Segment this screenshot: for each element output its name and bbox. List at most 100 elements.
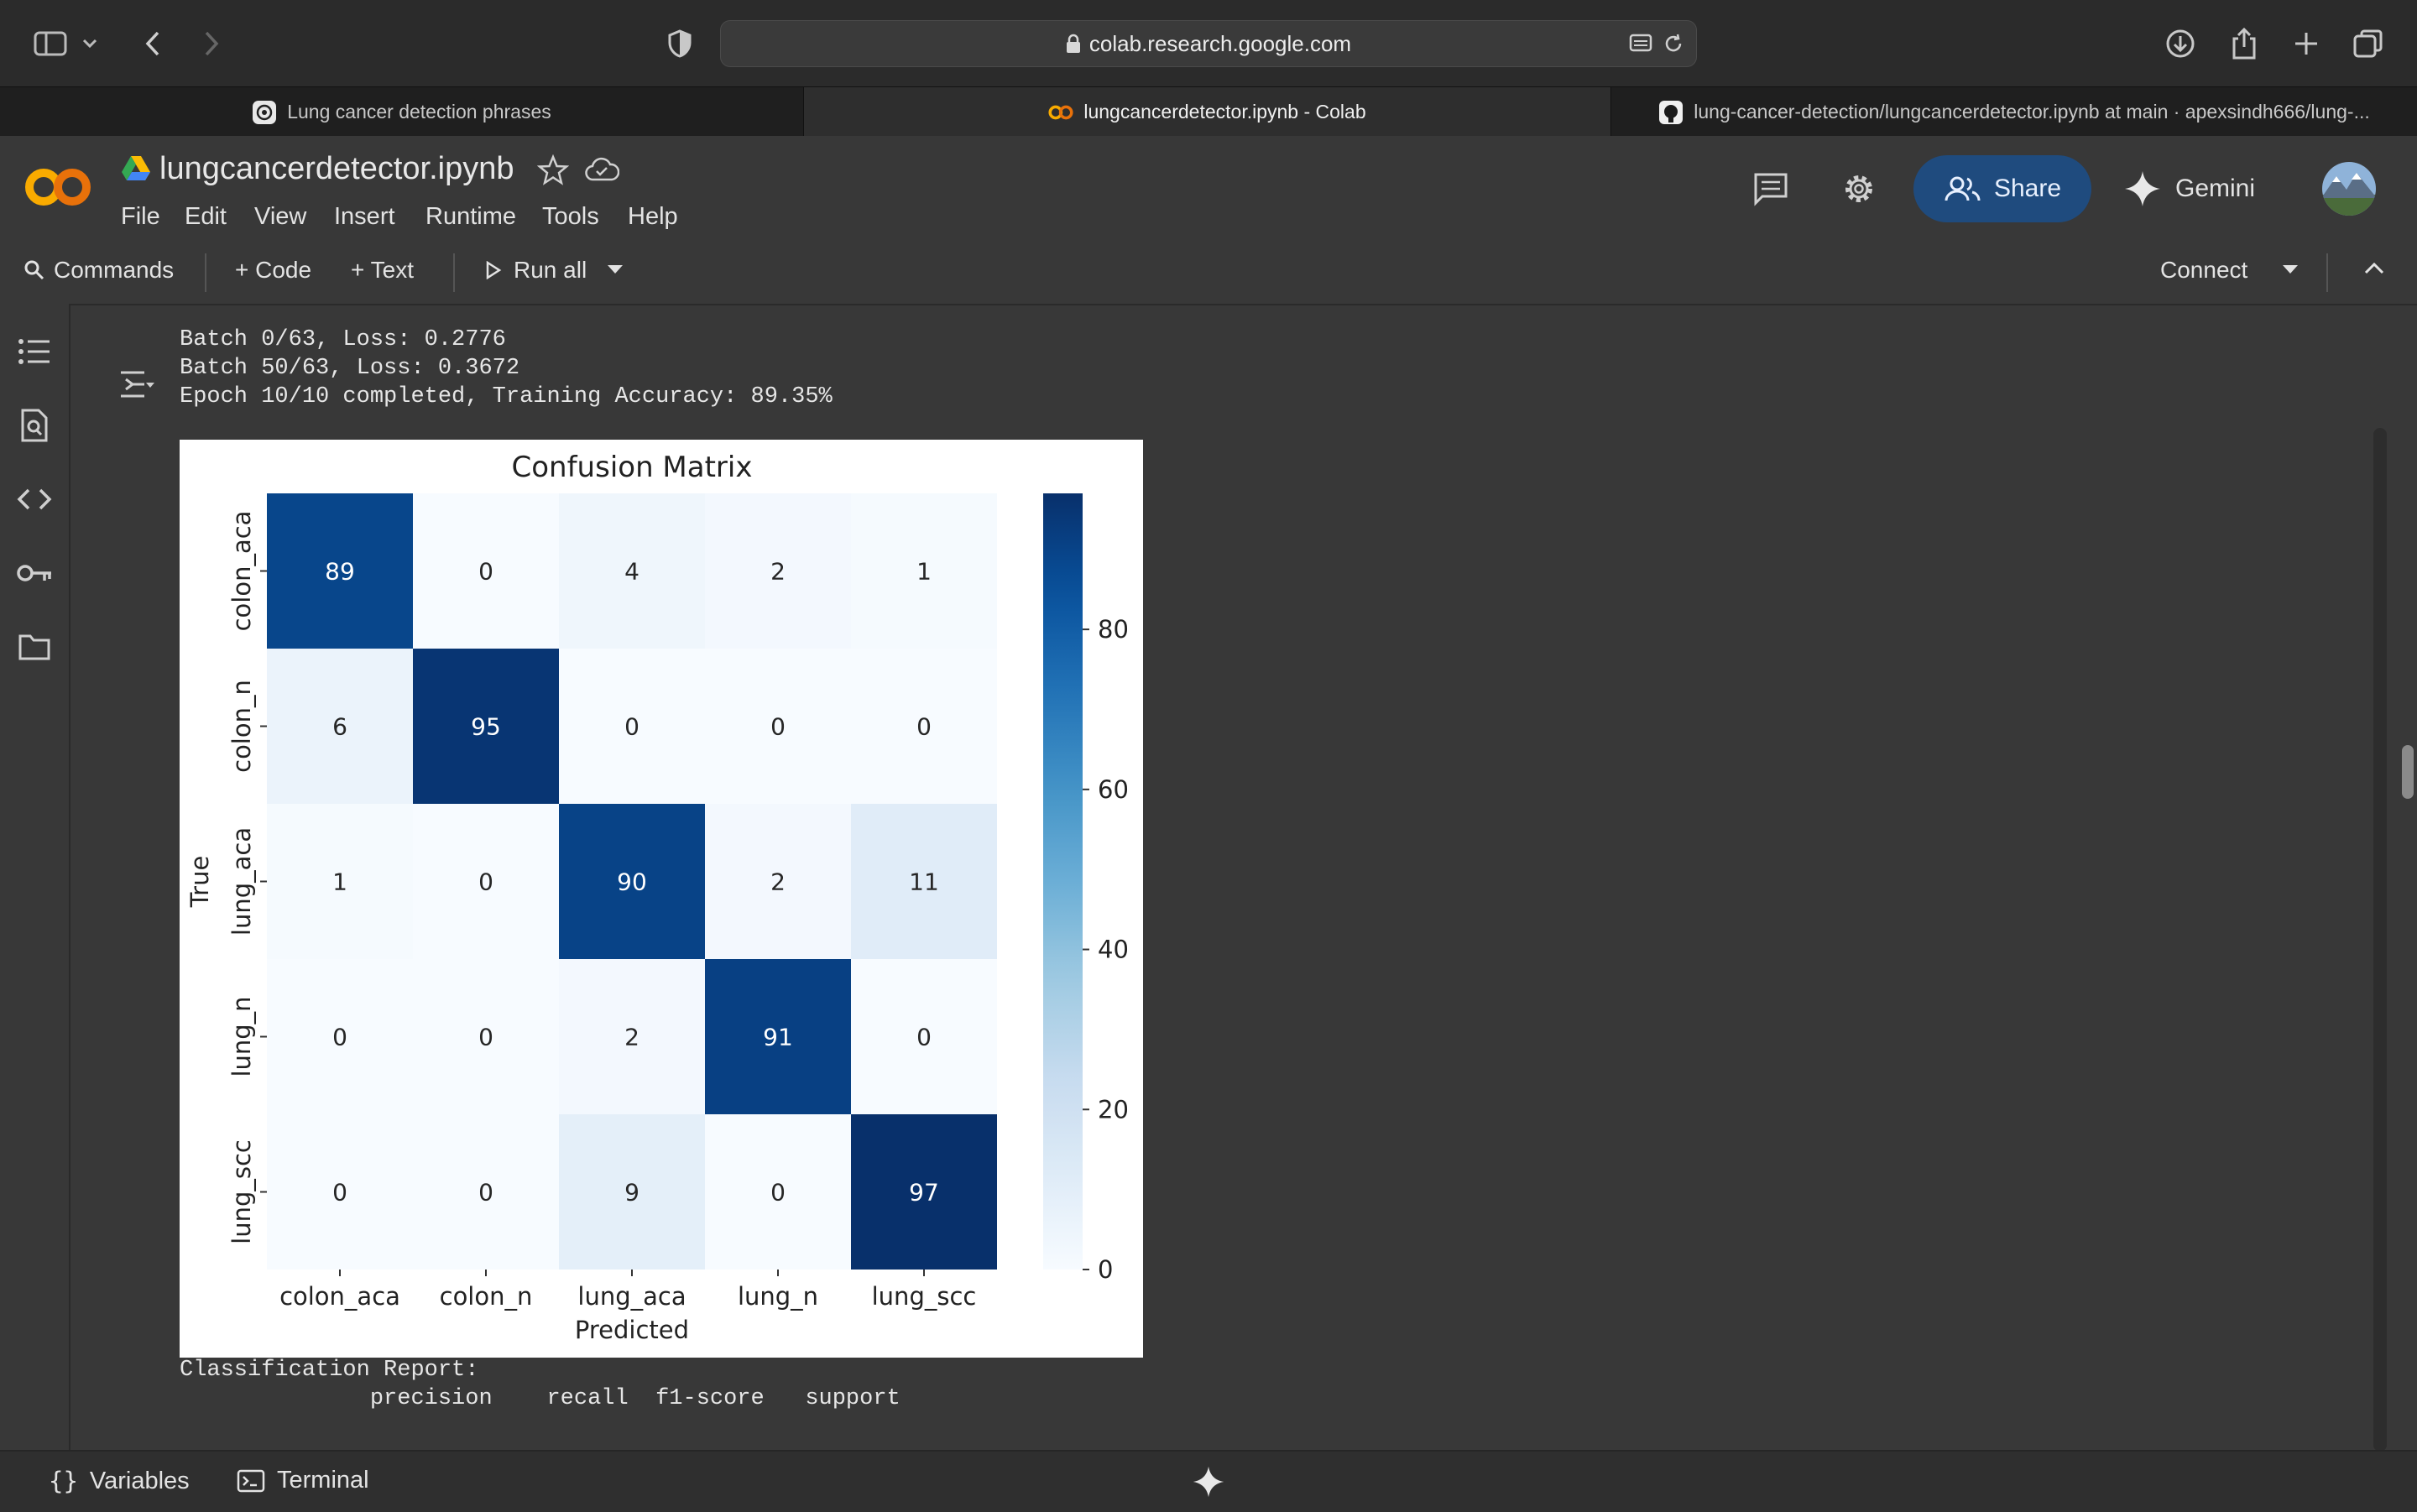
colorbar-tick-label: 0 [1098, 1255, 1113, 1284]
menu-help[interactable]: Help [628, 203, 678, 231]
menu-view[interactable]: View [254, 203, 306, 231]
cell-value-label: 2 [624, 1024, 639, 1051]
downloads-icon[interactable] [2160, 23, 2200, 64]
output-line: Epoch 10/10 completed, Training Accuracy… [180, 384, 833, 409]
tab-bar: Lung cancer detection phrases lungcancer… [0, 86, 2417, 138]
reload-icon[interactable] [1663, 33, 1684, 55]
report-title: Classification Report: [180, 1358, 479, 1383]
files-folder-icon[interactable] [15, 628, 54, 666]
gemini-sparkle-icon[interactable] [1192, 1465, 1225, 1499]
y-tick-label: lung_n [227, 996, 256, 1077]
table-of-contents-icon[interactable] [15, 332, 54, 371]
cell-value-label: 90 [617, 868, 647, 896]
add-text-button[interactable]: + Text [351, 257, 414, 284]
lock-icon [1066, 34, 1080, 53]
variables-button[interactable]: {} Variables [49, 1467, 190, 1495]
connect-dropdown[interactable] [2281, 263, 2300, 275]
find-in-doc-icon[interactable] [15, 406, 54, 445]
new-tab-icon[interactable] [2286, 23, 2326, 64]
cell-value-label: 0 [332, 1024, 347, 1051]
chevron-down-icon[interactable] [77, 23, 102, 64]
run-all-dropdown[interactable] [606, 263, 624, 275]
x-tick-label: colon_n [440, 1282, 533, 1311]
colab-logo[interactable] [23, 164, 94, 210]
scrollbar-track[interactable] [2373, 428, 2387, 1452]
gemini-button[interactable]: Gemini [2123, 155, 2266, 222]
left-rail [0, 304, 70, 1450]
star-icon[interactable] [537, 154, 569, 186]
menu-file[interactable]: File [121, 203, 160, 231]
comments-icon[interactable] [1752, 171, 1789, 206]
braces-icon: {} [49, 1467, 78, 1495]
privacy-shield-icon[interactable] [660, 23, 700, 64]
scrollbar-thumb[interactable] [2402, 745, 2414, 799]
output-actions-icon[interactable] [119, 369, 154, 399]
collapse-toolbar-button[interactable] [2363, 262, 2385, 275]
toolbar-divider [453, 253, 455, 292]
connect-label: Connect [2160, 257, 2248, 283]
code-snippets-icon[interactable] [15, 480, 54, 519]
menu-tools[interactable]: Tools [542, 203, 599, 231]
y-tick-label: colon_aca [227, 511, 256, 632]
browser-toolbar: colab.research.google.com [0, 0, 2417, 86]
back-icon[interactable] [133, 23, 173, 64]
add-code-button[interactable]: + Code [235, 257, 311, 284]
url-text: colab.research.google.com [1088, 30, 1352, 56]
cell-value-label: 4 [624, 558, 639, 586]
gemini-label: Gemini [2175, 175, 2256, 202]
terminal-button[interactable]: Terminal [237, 1467, 369, 1494]
cell-value-label: 89 [325, 558, 355, 586]
share-button[interactable]: Share [1913, 155, 2091, 222]
settings-gear-icon[interactable] [1840, 169, 1878, 208]
tab-github[interactable]: lung-cancer-detection/lungcancerdetector… [1611, 87, 2417, 137]
tab-label: lung-cancer-detection/lungcancerdetector… [1694, 101, 2370, 123]
connect-button[interactable]: Connect [2160, 257, 2247, 284]
add-code-label: + Code [235, 257, 312, 283]
tab-colab[interactable]: lungcancerdetector.ipynb - Colab [804, 87, 1611, 137]
tab-chatgpt[interactable]: Lung cancer detection phrases [0, 87, 804, 137]
y-tick-label: colon_n [227, 680, 256, 773]
report-header: precision recall f1-score support [180, 1386, 901, 1411]
cell-value-label: 0 [478, 868, 493, 896]
commands-button[interactable]: Commands [23, 257, 174, 284]
menu-edit[interactable]: Edit [185, 203, 227, 231]
forward-icon[interactable] [191, 23, 232, 64]
x-tick-label: lung_n [738, 1282, 818, 1311]
tab-overview-icon[interactable] [2348, 23, 2388, 64]
cloud-saved-icon [584, 156, 619, 183]
output-line: Batch 50/63, Loss: 0.3672 [180, 356, 520, 381]
cell-value-label: 0 [478, 1179, 493, 1207]
commands-label: Commands [54, 257, 175, 283]
cell-value-label: 0 [624, 713, 639, 741]
secrets-key-icon[interactable] [15, 554, 54, 592]
cell-value-label: 9 [624, 1179, 639, 1207]
menu-runtime[interactable]: Runtime [425, 203, 516, 231]
x-tick-label: lung_aca [577, 1282, 686, 1311]
bottom-bar: {} Variables Terminal [0, 1450, 2417, 1512]
notebook-title[interactable]: lungcancerdetector.ipynb [159, 151, 514, 187]
google-drive-icon[interactable] [121, 154, 151, 181]
toolbar-divider [205, 253, 206, 292]
cell-value-label: 1 [916, 558, 932, 586]
chevron-up-icon [2364, 262, 2384, 274]
x-axis-label: Predicted [575, 1316, 689, 1344]
address-bar[interactable]: colab.research.google.com [720, 20, 1697, 67]
reader-icon[interactable] [1629, 34, 1654, 54]
menu-insert[interactable]: Insert [334, 203, 395, 231]
variables-label: Variables [89, 1467, 190, 1494]
avatar[interactable] [2321, 161, 2377, 216]
caret-down-icon [608, 265, 623, 274]
run-all-label: Run all [514, 257, 587, 283]
output-line: Batch 0/63, Loss: 0.2776 [180, 327, 506, 352]
sidebar-toggle-icon[interactable] [30, 23, 70, 64]
search-icon [24, 260, 44, 280]
y-tick-label: lung_aca [227, 827, 256, 936]
add-text-label: + Text [351, 257, 414, 283]
colorbar-tick-label: 40 [1098, 936, 1129, 964]
share-sheet-icon[interactable] [2224, 23, 2264, 64]
cell-value-label: 0 [478, 558, 493, 586]
gemini-sparkle-icon [2125, 171, 2160, 206]
run-all-button[interactable]: Run all [485, 257, 587, 284]
colab-header: lungcancerdetector.ipynb File Edit View … [0, 136, 2417, 242]
cell-value-label: 6 [332, 713, 347, 741]
